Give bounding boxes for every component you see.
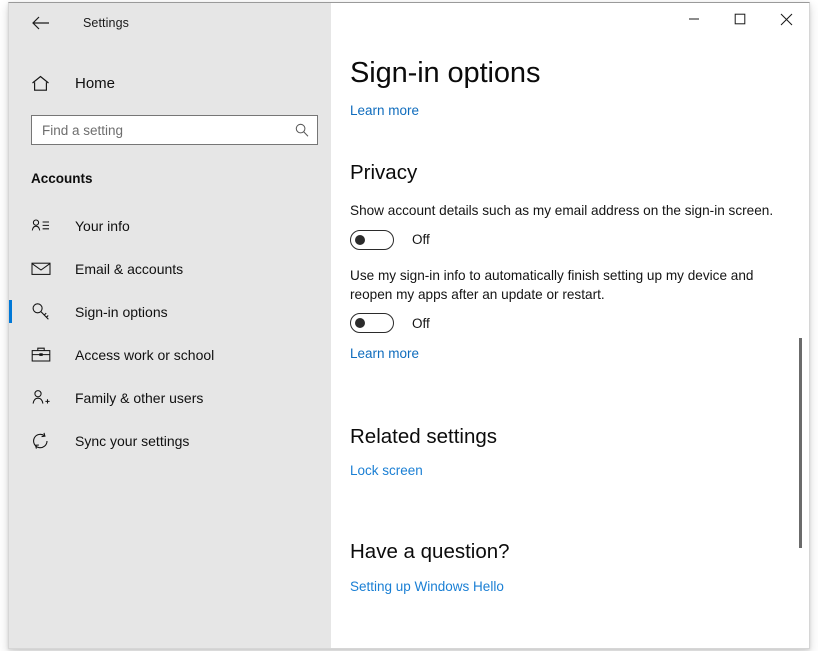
selection-indicator [9, 429, 12, 452]
window-controls [331, 3, 809, 35]
selection-indicator [9, 386, 12, 409]
page-title: Sign-in options [350, 57, 541, 89]
minimize-icon [688, 13, 700, 25]
settings-page-content: Sign-in options Learn more Privacy Show … [331, 57, 809, 596]
use-sign-in-info-toggle[interactable] [350, 313, 394, 334]
toggle-knob [355, 318, 365, 329]
use-sign-in-info-toggle-state: Off [412, 315, 430, 331]
sidebar-item-sign-in-options[interactable]: Sign-in options [9, 290, 331, 333]
sidebar: Settings Home Accounts [9, 3, 331, 648]
learn-more-link-privacy[interactable]: Learn more [350, 346, 419, 361]
selection-indicator [9, 257, 12, 280]
search-input[interactable] [32, 116, 317, 144]
close-button[interactable] [763, 3, 809, 35]
briefcase-icon [31, 346, 53, 363]
toggle-knob [355, 234, 365, 245]
search-icon [295, 123, 309, 137]
have-a-question-links: Setting up Windows Hello [350, 578, 809, 596]
lock-screen-link[interactable]: Lock screen [350, 463, 423, 478]
maximize-icon [734, 13, 746, 25]
top-learn-more-row: Learn more [350, 102, 809, 120]
sidebar-item-home[interactable]: Home [9, 65, 331, 101]
envelope-icon [31, 261, 53, 276]
sidebar-item-access-work-or-school[interactable]: Access work or school [9, 333, 331, 376]
sidebar-item-email-accounts-label: Email & accounts [75, 260, 184, 277]
have-a-question-heading: Have a question? [350, 540, 510, 564]
sidebar-category-label: Accounts [31, 171, 93, 186]
show-account-details-toggle-state: Off [412, 232, 430, 248]
selection-indicator [9, 214, 12, 237]
privacy-heading: Privacy [350, 161, 418, 184]
close-icon [780, 13, 793, 26]
sync-refresh-icon [31, 432, 53, 450]
sidebar-item-sync-your-settings-label: Sync your settings [75, 432, 190, 449]
home-icon [31, 75, 53, 92]
privacy-learn-more-row: Learn more [350, 345, 809, 363]
sidebar-item-your-info[interactable]: Your info [9, 204, 331, 247]
back-arrow-icon [31, 16, 49, 30]
privacy-setting-1-row: Off [350, 229, 809, 250]
maximize-button[interactable] [717, 3, 763, 35]
contact-card-icon [31, 218, 53, 233]
privacy-setting-1-description: Show account details such as my email ad… [350, 203, 774, 218]
app-title: Settings [83, 16, 129, 30]
show-account-details-toggle[interactable] [350, 229, 394, 250]
sidebar-item-email-accounts[interactable]: Email & accounts [9, 247, 331, 290]
selection-indicator [9, 343, 12, 366]
search-box[interactable] [31, 115, 318, 145]
minimize-button[interactable] [671, 3, 717, 35]
main-content: Sign-in options Learn more Privacy Show … [331, 3, 809, 648]
sidebar-item-family-other-users[interactable]: Family & other users [9, 376, 331, 419]
sidebar-nav-list: Your info Email & accounts Sign-in optio… [9, 204, 331, 462]
learn-more-link-top[interactable]: Learn more [350, 103, 419, 118]
scrollbar-track[interactable] [795, 35, 805, 648]
sidebar-item-home-label: Home [75, 74, 116, 92]
related-settings-heading: Related settings [350, 425, 498, 449]
selection-indicator [9, 300, 12, 323]
sidebar-item-access-work-or-school-label: Access work or school [75, 346, 215, 363]
back-button[interactable] [23, 8, 57, 38]
sidebar-item-sync-your-settings[interactable]: Sync your settings [9, 419, 331, 462]
sidebar-item-sign-in-options-label: Sign-in options [75, 303, 168, 320]
privacy-setting-2-description: Use my sign-in info to automatically fin… [350, 267, 754, 302]
related-settings-links: Lock screen [350, 462, 809, 480]
sidebar-item-family-other-users-label: Family & other users [75, 389, 204, 406]
settings-window: Settings Home Accounts [8, 2, 810, 649]
titlebar-left: Settings [9, 3, 331, 43]
sidebar-item-your-info-label: Your info [75, 217, 130, 234]
setting-up-windows-hello-link[interactable]: Setting up Windows Hello [350, 579, 504, 594]
key-icon [31, 302, 53, 321]
privacy-setting-2-row: Off [350, 313, 809, 334]
person-add-icon [31, 389, 53, 406]
scrollbar-thumb[interactable] [799, 338, 802, 548]
